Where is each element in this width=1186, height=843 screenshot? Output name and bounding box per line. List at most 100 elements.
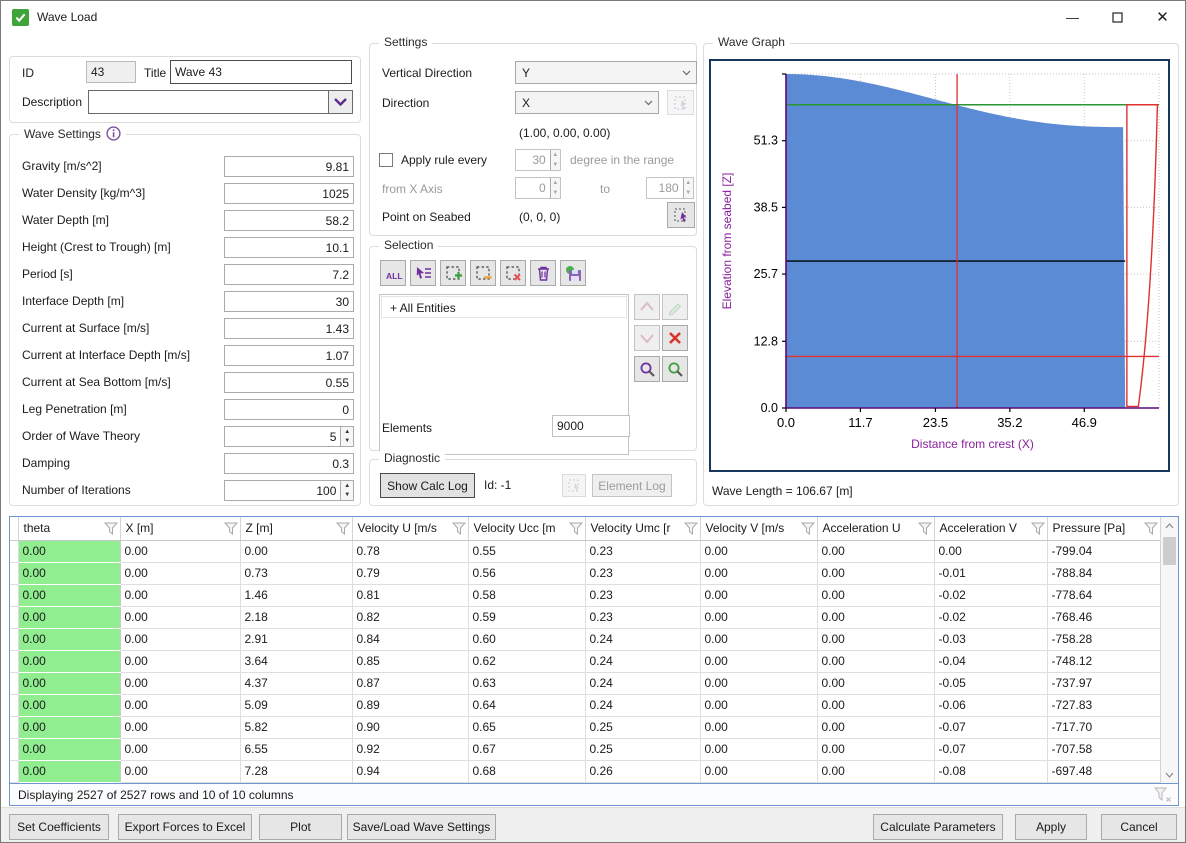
- field-input[interactable]: 10.1: [224, 237, 354, 258]
- spinner-arrows[interactable]: ▲▼: [340, 427, 353, 446]
- select-all-button[interactable]: ALL: [380, 260, 406, 286]
- close-button[interactable]: ✕: [1140, 1, 1185, 33]
- field-input[interactable]: 100▲▼: [224, 480, 354, 501]
- table-cell: -0.01: [934, 562, 1047, 584]
- field-input[interactable]: 9.81: [224, 156, 354, 177]
- select-by-list-button[interactable]: [410, 260, 436, 286]
- spinner-arrows[interactable]: ▲▼: [340, 481, 353, 500]
- table-row[interactable]: 0.000.002.180.820.590.230.000.00-0.02-76…: [10, 606, 1160, 628]
- filter-funnel-icon[interactable]: [452, 522, 466, 535]
- add-to-selection-button[interactable]: [440, 260, 466, 286]
- y-axis-title: Elevation from seabed [Z]: [720, 173, 734, 310]
- info-icon[interactable]: [106, 126, 121, 141]
- filter-funnel-icon[interactable]: [1031, 522, 1045, 535]
- field-input[interactable]: 1.07: [224, 345, 354, 366]
- column-header[interactable]: Velocity Umc [r: [585, 517, 700, 540]
- table-row[interactable]: 0.000.002.910.840.600.240.000.00-0.03-75…: [10, 628, 1160, 650]
- field-input[interactable]: 0: [224, 399, 354, 420]
- table-row[interactable]: 0.000.003.640.850.620.240.000.00-0.04-74…: [10, 650, 1160, 672]
- show-calc-log-button[interactable]: Show Calc Log: [380, 473, 475, 498]
- field-input[interactable]: 1.43: [224, 318, 354, 339]
- filter-funnel-icon[interactable]: [1144, 522, 1158, 535]
- table-row[interactable]: 0.000.005.090.890.640.240.000.00-0.06-72…: [10, 694, 1160, 716]
- direction-select[interactable]: X: [515, 91, 659, 114]
- filter-funnel-icon[interactable]: [801, 522, 815, 535]
- zoom-selection-button[interactable]: [634, 356, 660, 382]
- list-item[interactable]: + All Entities: [381, 296, 627, 318]
- table-cell: 0.00: [817, 650, 934, 672]
- title-label: Title: [144, 66, 166, 80]
- title-field[interactable]: Wave 43: [170, 60, 352, 84]
- scroll-up-button[interactable]: [1161, 517, 1178, 534]
- table-vertical-scrollbar[interactable]: [1160, 517, 1178, 783]
- clear-selection-button[interactable]: [500, 260, 526, 286]
- column-header[interactable]: Pressure [Pa]: [1047, 517, 1160, 540]
- calculate-parameters-button[interactable]: Calculate Parameters: [873, 814, 1003, 840]
- save-selection-button[interactable]: [560, 260, 586, 286]
- column-header[interactable]: theta: [18, 517, 120, 540]
- filter-funnel-icon[interactable]: [104, 522, 118, 535]
- table-cell: 0.00: [817, 694, 934, 716]
- delete-item-button[interactable]: [662, 325, 688, 351]
- point-on-seabed-pick-button[interactable]: [667, 202, 695, 228]
- vertical-direction-select[interactable]: Y: [515, 61, 697, 84]
- field-input[interactable]: 0.3: [224, 453, 354, 474]
- save-load-wave-settings-button[interactable]: Save/Load Wave Settings: [347, 814, 496, 840]
- table-cell: 0.24: [585, 650, 700, 672]
- column-header[interactable]: Velocity Ucc [m: [468, 517, 585, 540]
- table-status-bar: Displaying 2527 of 2527 rows and 10 of 1…: [10, 783, 1178, 805]
- cancel-button[interactable]: Cancel: [1101, 814, 1177, 840]
- field-input[interactable]: 30: [224, 291, 354, 312]
- apply-button[interactable]: Apply: [1015, 814, 1087, 840]
- description-dropdown-button[interactable]: [328, 91, 352, 113]
- field-input[interactable]: 58.2: [224, 210, 354, 231]
- table-cell: 0.00: [18, 716, 120, 738]
- field-input[interactable]: 0.55: [224, 372, 354, 393]
- table-cell: 0.00: [817, 672, 934, 694]
- field-input[interactable]: 5▲▼: [224, 426, 354, 447]
- table-row[interactable]: 0.000.004.370.870.630.240.000.00-0.05-73…: [10, 672, 1160, 694]
- zoom-selection-icon: [638, 360, 656, 378]
- table-row[interactable]: 0.000.001.460.810.580.230.000.00-0.02-77…: [10, 584, 1160, 606]
- table-row[interactable]: 0.000.005.820.900.650.250.000.00-0.07-71…: [10, 716, 1160, 738]
- column-header[interactable]: X [m]: [120, 517, 240, 540]
- table-cell: 0.26: [585, 760, 700, 782]
- scroll-down-button[interactable]: [1161, 766, 1178, 783]
- filter-funnel-icon[interactable]: [684, 522, 698, 535]
- clear-filter-icon[interactable]: [1154, 787, 1172, 803]
- column-header[interactable]: Velocity V [m/s: [700, 517, 817, 540]
- elements-field[interactable]: 9000: [552, 415, 630, 437]
- description-combobox[interactable]: [88, 90, 353, 114]
- zoom-fit-button[interactable]: [662, 356, 688, 382]
- table-row[interactable]: 0.000.000.000.780.550.230.000.000.00-799…: [10, 540, 1160, 562]
- wave-settings-group: Wave Settings Gravity [m/s^2]9.81Water D…: [9, 134, 361, 506]
- filter-funnel-icon[interactable]: [336, 522, 350, 535]
- apply-rule-checkbox[interactable]: [379, 153, 393, 167]
- table-row[interactable]: 0.000.000.730.790.560.230.000.00-0.01-78…: [10, 562, 1160, 584]
- column-header[interactable]: Z [m]: [240, 517, 352, 540]
- table-cell: 0.00: [700, 650, 817, 672]
- field-input[interactable]: 1025: [224, 183, 354, 204]
- filter-funnel-icon[interactable]: [224, 522, 238, 535]
- delete-selection-icon: [533, 263, 554, 284]
- set-coefficients-button[interactable]: Set Coefficients: [9, 814, 109, 840]
- filter-funnel-icon[interactable]: [918, 522, 932, 535]
- export-forces-to-excel-button[interactable]: Export Forces to Excel: [118, 814, 252, 840]
- remove-from-selection-button[interactable]: [470, 260, 496, 286]
- maximize-button[interactable]: [1095, 1, 1140, 33]
- field-input[interactable]: 7.2: [224, 264, 354, 285]
- column-header[interactable]: Acceleration U: [817, 517, 934, 540]
- row-header-cell: [10, 628, 18, 650]
- scrollbar-thumb[interactable]: [1163, 537, 1176, 565]
- table-row[interactable]: 0.000.006.550.920.670.250.000.00-0.07-70…: [10, 738, 1160, 760]
- table-cell: 0.00: [700, 562, 817, 584]
- column-header[interactable]: Velocity U [m/s: [352, 517, 468, 540]
- table-row[interactable]: 0.000.007.280.940.680.260.000.00-0.08-69…: [10, 760, 1160, 782]
- field-label: Current at Surface [m/s]: [22, 321, 149, 335]
- minimize-button[interactable]: —: [1050, 1, 1095, 33]
- table-cell: -0.07: [934, 716, 1047, 738]
- column-header[interactable]: Acceleration V: [934, 517, 1047, 540]
- plot-button[interactable]: Plot: [259, 814, 342, 840]
- delete-selection-button[interactable]: [530, 260, 556, 286]
- filter-funnel-icon[interactable]: [569, 522, 583, 535]
